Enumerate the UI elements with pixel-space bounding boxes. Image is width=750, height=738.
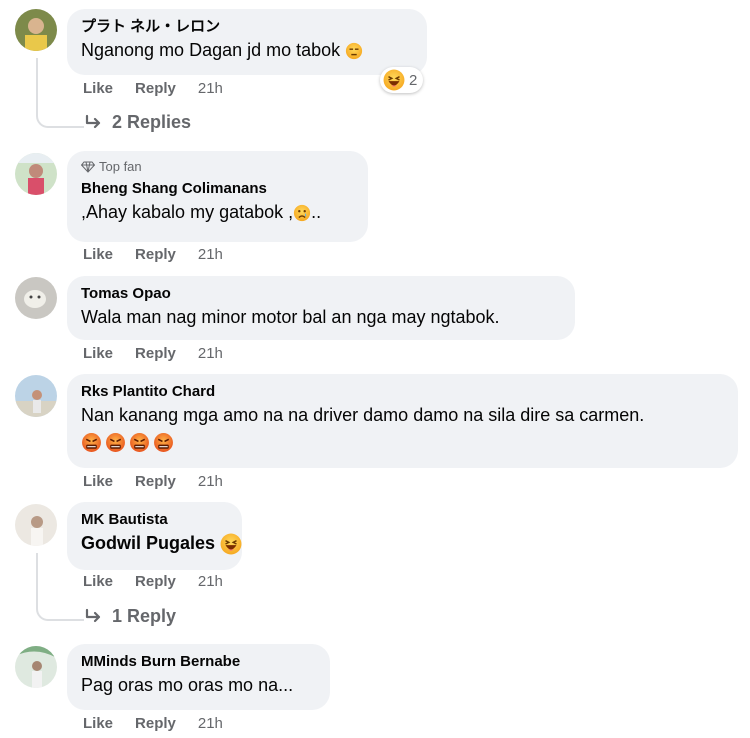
comment-actions: Like Reply 21h <box>83 345 223 362</box>
comment-text: Nan kanang mga amo na na driver damo dam… <box>81 405 645 425</box>
replies-label: 1 Reply <box>112 606 177 626</box>
sad-face-icon <box>294 205 311 222</box>
comment-actions: Like Reply 21h <box>83 473 223 490</box>
reply-arrow-icon <box>85 608 101 622</box>
timestamp[interactable]: 21h <box>198 80 223 97</box>
view-replies-link[interactable]: 1 Reply <box>84 606 176 627</box>
comment-actions: Like Reply 21h <box>83 80 223 97</box>
view-replies-link[interactable]: 2 Replies <box>84 112 191 133</box>
like-button[interactable]: Like <box>83 715 113 732</box>
reply-button[interactable]: Reply <box>135 715 176 732</box>
comment-bubble: Tomas Opao Wala man nag minor motor bal … <box>67 276 575 340</box>
commenter-name[interactable]: Rks Plantito Chard <box>81 382 724 402</box>
comment-text: Nganong mo Dagan jd mo tabok <box>81 37 413 63</box>
angry-face-icon <box>130 433 149 452</box>
comment-text-content[interactable]: Godwil Pugales <box>81 533 220 553</box>
comment-actions: Like Reply 21h <box>83 715 223 732</box>
haha-reaction-icon <box>383 69 405 91</box>
reply-arrow-icon <box>85 114 101 128</box>
reply-button[interactable]: Reply <box>135 80 176 97</box>
comment-text: ,Ahay kabalo my gatabok ,.. <box>81 199 354 225</box>
avatar[interactable] <box>15 9 57 51</box>
like-button[interactable]: Like <box>83 246 113 263</box>
comment-bubble: プラト ネル・レロン Nganong mo Dagan jd mo tabok <box>67 9 427 75</box>
commenter-name[interactable]: MK Bautista <box>81 510 228 530</box>
like-button[interactable]: Like <box>83 473 113 490</box>
laughing-face-icon <box>220 533 242 555</box>
avatar[interactable] <box>15 646 57 688</box>
comment-text-content: ,Ahay kabalo my gatabok , <box>81 202 294 222</box>
timestamp[interactable]: 21h <box>198 345 223 362</box>
avatar[interactable] <box>15 153 57 195</box>
angry-face-icon <box>106 433 125 452</box>
comment-text-content: Nganong mo Dagan jd mo tabok <box>81 40 346 60</box>
timestamp[interactable]: 21h <box>198 473 223 490</box>
avatar[interactable] <box>15 375 57 417</box>
like-button[interactable]: Like <box>83 573 113 590</box>
comment-text: Pag oras mo oras mo na... <box>81 675 294 695</box>
commenter-name[interactable]: Bheng Shang Colimanans <box>81 179 354 199</box>
angry-face-icon <box>82 433 101 452</box>
commenter-name[interactable]: Tomas Opao <box>81 284 561 304</box>
top-fan-label: Top fan <box>99 159 142 174</box>
reply-button[interactable]: Reply <box>135 345 176 362</box>
like-button[interactable]: Like <box>83 345 113 362</box>
reply-button[interactable]: Reply <box>135 246 176 263</box>
top-fan-badge: Top fan <box>81 159 354 175</box>
comment-text: Godwil Pugales <box>81 530 242 556</box>
comment-actions: Like Reply 21h <box>83 573 223 590</box>
comment-bubble: MMinds Burn Bernabe Pag oras mo oras mo … <box>67 644 330 710</box>
commenter-name[interactable]: プラト ネル・レロン <box>81 17 413 37</box>
emoji-row <box>81 432 724 453</box>
diamond-icon <box>81 161 95 173</box>
comment-bubble: Top fan Bheng Shang Colimanans ,Ahay kab… <box>67 151 368 242</box>
timestamp[interactable]: 21h <box>198 246 223 263</box>
commenter-name[interactable]: MMinds Burn Bernabe <box>81 652 316 672</box>
comment-bubble: MK Bautista Godwil Pugales <box>67 502 242 570</box>
reply-button[interactable]: Reply <box>135 473 176 490</box>
reaction-count-value: 2 <box>409 71 418 89</box>
timestamp[interactable]: 21h <box>198 715 223 732</box>
like-button[interactable]: Like <box>83 80 113 97</box>
avatar[interactable] <box>15 504 57 546</box>
replies-label: 2 Replies <box>112 112 192 132</box>
comment-bubble: Rks Plantito Chard Nan kanang mga amo na… <box>67 374 738 468</box>
comment-text: Wala man nag minor motor bal an nga may … <box>81 307 500 327</box>
reply-button[interactable]: Reply <box>135 573 176 590</box>
avatar[interactable] <box>15 277 57 319</box>
angry-face-icon <box>154 433 173 452</box>
comment-text-tail: .. <box>311 202 322 222</box>
unamused-face-icon <box>346 43 363 60</box>
comment-actions: Like Reply 21h <box>83 246 223 263</box>
reaction-count[interactable]: 2 <box>380 67 424 93</box>
timestamp[interactable]: 21h <box>198 573 223 590</box>
